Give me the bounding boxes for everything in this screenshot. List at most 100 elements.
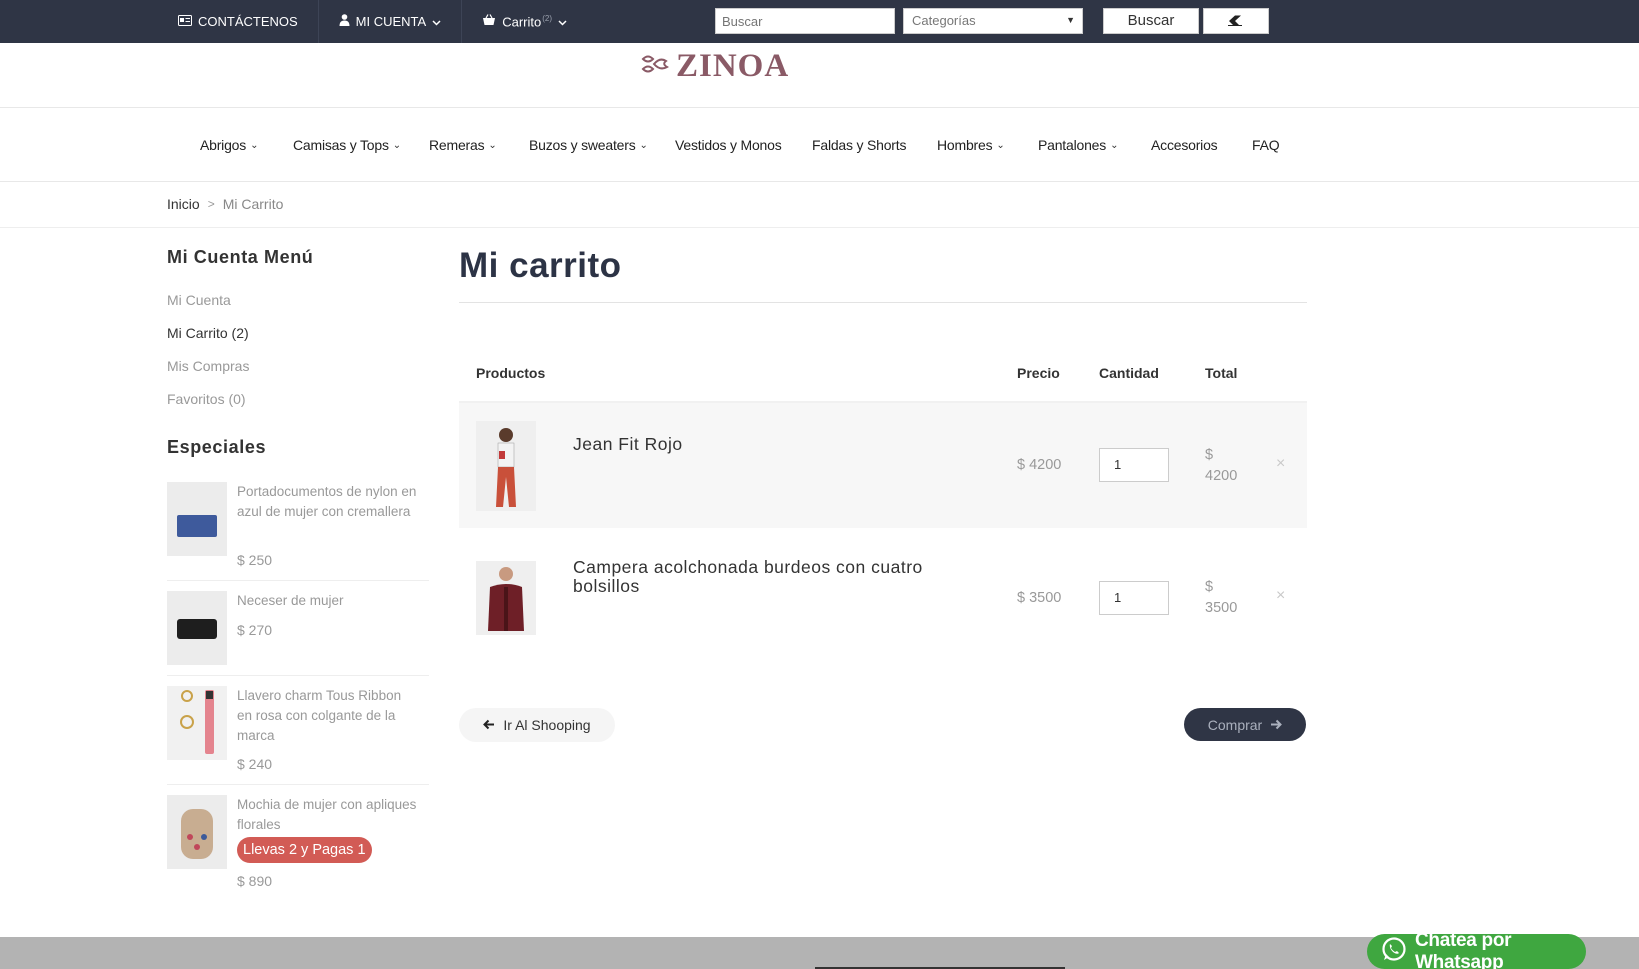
- breadcrumb-separator: >: [207, 197, 215, 211]
- sidebar-item-purchases[interactable]: Mis Compras: [167, 358, 249, 374]
- contact-label: CONTÁCTENOS: [198, 14, 298, 29]
- special-price: $ 240: [237, 756, 273, 772]
- nav-label: Camisas y Tops: [293, 137, 389, 153]
- whatsapp-chat-button[interactable]: Chatea por Whatsapp: [1367, 930, 1586, 969]
- breadcrumb-current: Mi Carrito: [222, 196, 284, 212]
- brand-mark-icon: [640, 53, 670, 80]
- column-header-product: Productos: [476, 365, 546, 381]
- continue-shopping-button[interactable]: Ir Al Shooping: [459, 708, 615, 742]
- total-amount: 3500: [1205, 600, 1238, 616]
- whatsapp-icon: [1381, 936, 1407, 968]
- chevron-down-icon: [558, 14, 567, 29]
- product-thumbnail[interactable]: [167, 482, 227, 556]
- caret-down-icon: ▼: [1066, 15, 1075, 25]
- nav-label: Remeras: [429, 137, 485, 153]
- continue-shopping-label: Ir Al Shooping: [503, 717, 591, 733]
- product-name[interactable]: Campera acolchonada burdeos con cuatro b…: [573, 558, 963, 596]
- product-thumbnail[interactable]: [167, 591, 227, 665]
- nav-item-buzos[interactable]: Buzos y sweaters ⌄: [529, 137, 648, 153]
- column-header-total: Total: [1205, 365, 1238, 381]
- sidebar-item-cart[interactable]: Mi Carrito (2): [167, 325, 249, 341]
- product-price: $ 4200: [1017, 457, 1062, 473]
- search-input[interactable]: [715, 8, 895, 34]
- product-image[interactable]: [476, 561, 536, 635]
- cart-dropdown[interactable]: Carrito(2): [462, 0, 587, 43]
- special-item[interactable]: Neceser de mujer $ 270: [167, 591, 429, 676]
- quantity-input[interactable]: 1: [1099, 448, 1169, 482]
- special-name[interactable]: Mochia de mujer con apliques florales: [237, 795, 417, 835]
- account-label: MI CUENTA: [355, 14, 427, 29]
- nav-label: FAQ: [1252, 137, 1280, 153]
- search-button[interactable]: Buscar: [1103, 8, 1199, 34]
- nav-item-camisas[interactable]: Camisas y Tops ⌄: [293, 137, 401, 153]
- nav-label: Abrigos: [200, 137, 247, 153]
- special-item[interactable]: Llavero charm Tous Ribbon en rosa con co…: [167, 686, 429, 786]
- sidebar-item-favorites[interactable]: Favoritos (0): [167, 391, 246, 407]
- promo-badge: Llevas 2 y Pagas 1: [237, 837, 372, 863]
- cart-label: Carrito(2): [502, 14, 552, 29]
- special-price: $ 270: [237, 622, 273, 638]
- special-name[interactable]: Neceser de mujer: [237, 591, 417, 611]
- product-thumbnail[interactable]: [167, 795, 227, 869]
- breadcrumb-home[interactable]: Inicio: [167, 196, 200, 212]
- specials-title: Especiales: [167, 437, 267, 457]
- column-header-price: Precio: [1017, 365, 1060, 381]
- nav-item-hombres[interactable]: Hombres ⌄: [937, 137, 1005, 153]
- divider: [167, 784, 429, 785]
- chevron-down-icon: ⌄: [996, 139, 1005, 151]
- user-icon: [339, 14, 350, 29]
- chevron-down-icon: ⌄: [488, 139, 497, 151]
- nav-label: Pantalones: [1038, 137, 1107, 153]
- category-selected: Categorías: [912, 13, 976, 28]
- whatsapp-label: Chatea por Whatsapp: [1415, 929, 1512, 969]
- nav-item-faq[interactable]: FAQ: [1252, 137, 1280, 153]
- remove-item-button[interactable]: ×: [1276, 587, 1285, 605]
- nav-item-vestidos[interactable]: Vestidos y Monos: [675, 137, 782, 153]
- total-currency: $: [1205, 447, 1214, 463]
- special-price: $ 890: [237, 873, 273, 889]
- product-total: $3500: [1205, 577, 1237, 619]
- product-image[interactable]: [476, 421, 536, 511]
- product-price: $ 3500: [1017, 590, 1062, 606]
- special-name[interactable]: Portadocumentos de nylon en azul de muje…: [237, 482, 417, 522]
- divider: [167, 580, 429, 581]
- nav-item-accesorios[interactable]: Accesorios: [1151, 137, 1218, 153]
- special-price: $ 250: [237, 552, 273, 568]
- cart-row: Jean Fit Rojo $ 4200 1 $4200 ×: [459, 403, 1307, 528]
- breadcrumb-trail: Inicio > Mi Carrito: [167, 196, 283, 212]
- checkout-button[interactable]: Comprar: [1184, 708, 1306, 741]
- special-name[interactable]: Llavero charm Tous Ribbon en rosa con co…: [237, 686, 417, 746]
- arrow-left-icon: [483, 717, 495, 733]
- nav-item-remeras[interactable]: Remeras ⌄: [429, 137, 497, 153]
- nav-label: Faldas y Shorts: [812, 137, 907, 153]
- nav-item-pantalones[interactable]: Pantalones ⌄: [1038, 137, 1118, 153]
- account-dropdown[interactable]: MI CUENTA: [319, 0, 463, 43]
- special-item[interactable]: Portadocumentos de nylon en azul de muje…: [167, 482, 429, 582]
- sidebar-item-account[interactable]: Mi Cuenta: [167, 292, 231, 308]
- account-menu-title: Mi Cuenta Menú: [167, 247, 314, 267]
- arrow-right-icon: [1270, 717, 1283, 733]
- nav-item-abrigos[interactable]: Abrigos ⌄: [200, 137, 258, 153]
- chevron-down-icon: ⌄: [1110, 139, 1119, 151]
- chevron-down-icon: ⌄: [250, 139, 259, 151]
- divider: [459, 302, 1307, 303]
- nav-label: Hombres: [937, 137, 993, 153]
- checkout-label: Comprar: [1207, 716, 1263, 733]
- contact-card-icon: [178, 14, 192, 29]
- remove-item-button[interactable]: ×: [1276, 455, 1285, 473]
- contact-link[interactable]: CONTÁCTENOS: [168, 0, 319, 43]
- product-thumbnail[interactable]: [167, 686, 227, 760]
- category-select[interactable]: Categorías ▼: [903, 8, 1083, 34]
- nav-label: Buzos y sweaters: [529, 137, 636, 153]
- top-bar: CONTÁCTENOS MI CUENTA Carrito(2) Categor…: [0, 0, 1639, 43]
- brand-name: ZINOA: [676, 48, 790, 84]
- brand-logo[interactable]: ZINOA: [640, 48, 789, 85]
- chevron-down-icon: ⌄: [639, 139, 648, 151]
- cart-row: Campera acolchonada burdeos con cuatro b…: [459, 530, 1307, 665]
- product-name[interactable]: Jean Fit Rojo: [573, 435, 963, 454]
- quantity-input[interactable]: 1: [1099, 581, 1169, 615]
- logo-bar: ZINOA: [0, 43, 1639, 108]
- nav-item-faldas[interactable]: Faldas y Shorts: [812, 137, 906, 153]
- clear-search-button[interactable]: [1203, 8, 1269, 34]
- cart-count: (2): [542, 13, 553, 23]
